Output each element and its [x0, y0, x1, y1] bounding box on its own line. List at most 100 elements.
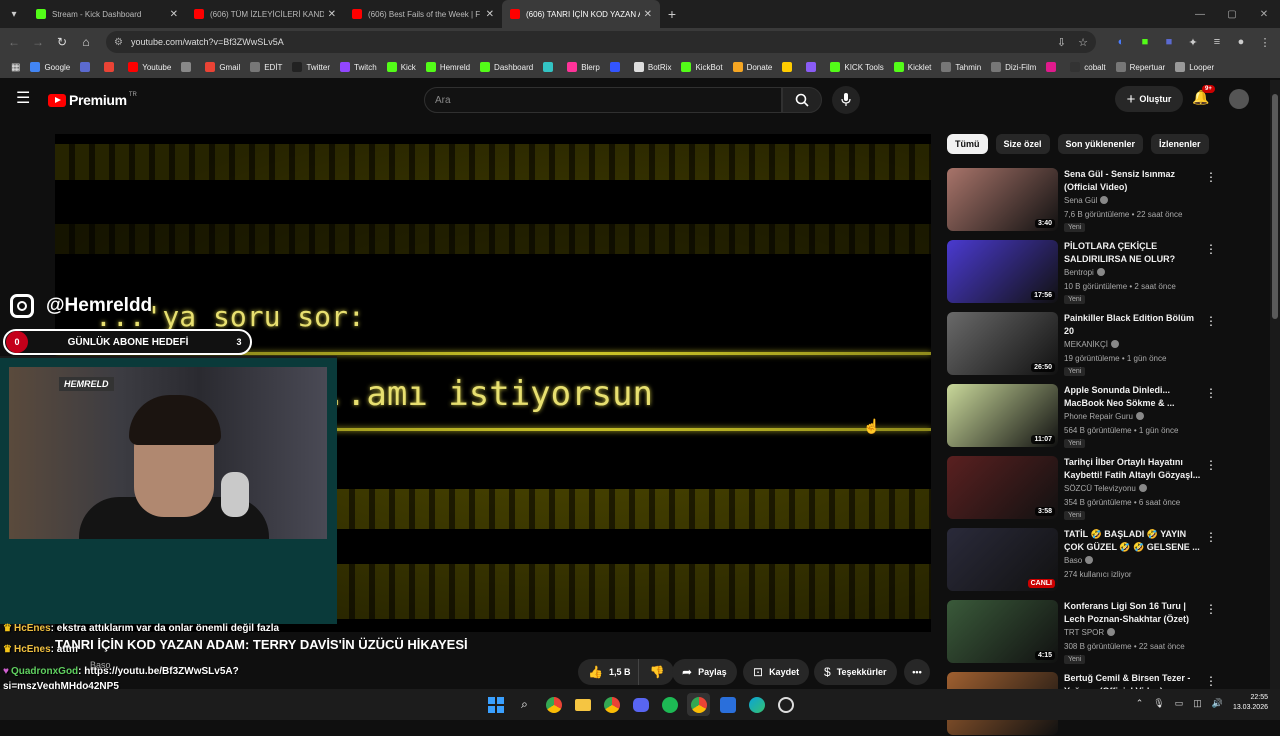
bookmark-item[interactable]: KickBot: [676, 62, 727, 72]
more-actions-button[interactable]: •••: [904, 659, 930, 685]
channel-name[interactable]: SÖZCÜ Televizyonu: [1064, 484, 1147, 493]
app-icon[interactable]: [716, 693, 739, 716]
video-thumbnail[interactable]: 17:56: [947, 240, 1058, 303]
menu-dots-icon[interactable]: ⋮: [1258, 36, 1272, 49]
tab-close-icon[interactable]: ✕: [328, 9, 336, 20]
bookmark-item[interactable]: Kicklet: [889, 62, 937, 72]
video-title[interactable]: Sena Gül - Sensiz Isınmaz (Official Vide…: [1064, 168, 1204, 194]
video-thumbnail[interactable]: 4:15: [947, 600, 1058, 663]
bookmark-item[interactable]: [99, 62, 123, 72]
recommended-video[interactable]: 11:07 Apple Sonunda Dinledi... MacBook Ne…: [947, 384, 1257, 448]
bookmark-item[interactable]: Youtube: [123, 62, 176, 72]
more-options-icon[interactable]: ⋮: [1205, 242, 1217, 256]
bookmark-item[interactable]: KICK Tools: [825, 62, 888, 72]
bookmark-item[interactable]: Gmail: [200, 62, 245, 72]
media-icon[interactable]: ≡: [1210, 36, 1224, 48]
chrome-icon[interactable]: [600, 693, 623, 716]
recommended-video[interactable]: CANLI TATİL 🤣 BAŞLADI 🤣 YAYIN ÇOK GÜZEL 🤣…: [947, 528, 1257, 592]
bookmark-item[interactable]: [176, 62, 200, 72]
menu-hamburger-icon[interactable]: ☰: [16, 91, 32, 107]
file-explorer-icon[interactable]: [571, 693, 594, 716]
more-options-icon[interactable]: ⋮: [1205, 458, 1217, 472]
more-options-icon[interactable]: ⋮: [1205, 170, 1217, 184]
filter-chip[interactable]: Son yüklenenler: [1057, 134, 1144, 154]
like-button[interactable]: 👍 1,5 B: [578, 659, 639, 685]
channel-name[interactable]: Bentropi: [1064, 268, 1105, 277]
share-button[interactable]: ➦ Paylaş: [672, 659, 737, 685]
bookmark-item[interactable]: Dashboard: [475, 62, 538, 72]
extensions-puzzle-icon[interactable]: ✦: [1186, 36, 1200, 49]
save-button[interactable]: ⊡ Kaydet: [743, 659, 810, 685]
more-options-icon[interactable]: ⋮: [1205, 674, 1217, 688]
bookmark-item[interactable]: [605, 62, 629, 72]
install-icon[interactable]: ⇩: [1057, 36, 1066, 49]
video-title[interactable]: Painkiller Black Edition Bölüm 20: [1064, 312, 1204, 338]
bookmark-item[interactable]: Repertuar: [1111, 62, 1171, 72]
bookmark-item[interactable]: EDİT: [245, 62, 287, 72]
create-button[interactable]: + Oluştur: [1115, 86, 1183, 112]
site-info-icon[interactable]: ⚙: [114, 37, 123, 48]
video-thumbnail[interactable]: 3:58: [947, 456, 1058, 519]
bookmark-item[interactable]: Twitter: [287, 62, 335, 72]
obs-icon[interactable]: [774, 693, 797, 716]
bookmark-item[interactable]: Tahmin: [936, 62, 986, 72]
profile-avatar-icon[interactable]: ●: [1234, 36, 1248, 48]
recommended-video[interactable]: 3:40 Sena Gül - Sensiz Isınmaz (Official …: [947, 168, 1257, 232]
tray-chevron-icon[interactable]: ⌃: [1136, 698, 1144, 709]
channel-name[interactable]: Sena Gül: [1064, 196, 1109, 205]
filter-chip[interactable]: İzlenenler: [1151, 134, 1209, 154]
minimize-button[interactable]: —: [1184, 9, 1216, 20]
bookmark-item[interactable]: Google: [25, 62, 75, 72]
bookmark-item[interactable]: Kick: [382, 62, 421, 72]
more-options-icon[interactable]: ⋮: [1205, 314, 1217, 328]
tray-network-icon[interactable]: ◫: [1193, 698, 1202, 709]
youtube-logo[interactable]: Premium TR: [48, 92, 137, 108]
tray-display-icon[interactable]: ▭: [1175, 698, 1184, 709]
recommended-video[interactable]: 26:50 Painkiller Black Edition Bölüm 20 ME…: [947, 312, 1257, 376]
video-title[interactable]: TATİL 🤣 BAŞLADI 🤣 YAYIN ÇOK GÜZEL 🤣 🤣 GE…: [1064, 528, 1204, 554]
browser-tab[interactable]: (606) Best Fails of the Week | F ✕: [344, 0, 502, 28]
tray-mic-icon[interactable]: 🎙: [1153, 698, 1164, 709]
video-thumbnail[interactable]: CANLI: [947, 528, 1058, 591]
close-window-button[interactable]: ✕: [1248, 9, 1280, 20]
back-button[interactable]: ←: [2, 35, 26, 49]
discord-icon[interactable]: [629, 693, 652, 716]
address-bar[interactable]: ⚙ youtube.com/watch?v=Bf3ZWwSLv5A ⇩ ☆: [106, 31, 1096, 53]
browser-tab[interactable]: Stream - Kick Dashboard ✕: [28, 0, 186, 28]
forward-button[interactable]: →: [26, 35, 50, 49]
thanks-button[interactable]: $ Teşekkürler: [814, 659, 897, 685]
more-options-icon[interactable]: ⋮: [1205, 602, 1217, 616]
extension-icon[interactable]: ■: [1138, 36, 1152, 48]
page-scrollbar[interactable]: [1270, 80, 1280, 689]
search-input[interactable]: Ara: [424, 87, 782, 113]
dislike-button[interactable]: 👎: [638, 659, 675, 685]
tray-volume-icon[interactable]: 🔊: [1212, 698, 1223, 709]
filter-chip[interactable]: Tümü: [947, 134, 988, 154]
extension-icon[interactable]: ■: [1162, 36, 1176, 48]
browser-tab[interactable]: (606) TÜM İZLEYİCİLERİ KANDIR ✕: [186, 0, 344, 28]
bookmark-item[interactable]: BotRix: [629, 62, 677, 72]
bookmark-star-icon[interactable]: ☆: [1078, 36, 1088, 49]
channel-name[interactable]: TRT SPOR: [1064, 628, 1116, 637]
search-button[interactable]: [782, 87, 822, 113]
tab-close-icon[interactable]: ✕: [170, 9, 178, 20]
video-title[interactable]: Tarihçi İlber Ortaylı Hayatını Kaybetti!…: [1064, 456, 1204, 482]
account-avatar[interactable]: [1229, 89, 1249, 109]
voice-search-button[interactable]: [832, 86, 860, 114]
home-button[interactable]: ⌂: [74, 35, 98, 49]
channel-name[interactable]: MEKANİKÇİ: [1064, 340, 1120, 349]
bookmark-item[interactable]: Blerp: [562, 62, 605, 72]
video-title[interactable]: PİLOTLARA ÇEKİÇLE SALDIRILIRSA NE OLUR?: [1064, 240, 1204, 266]
reload-button[interactable]: ↻: [50, 35, 74, 49]
taskbar-search-icon[interactable]: ⌕: [513, 693, 536, 716]
bookmark-item[interactable]: cobalt: [1065, 62, 1110, 72]
recommended-video[interactable]: 17:56 PİLOTLARA ÇEKİÇLE SALDIRILIRSA NE O…: [947, 240, 1257, 304]
bookmark-item[interactable]: [801, 62, 825, 72]
bookmark-item[interactable]: [1041, 62, 1065, 72]
bookmark-item[interactable]: Looper: [1170, 62, 1219, 72]
more-options-icon[interactable]: ⋮: [1205, 386, 1217, 400]
bookmark-item[interactable]: Twitch: [335, 62, 382, 72]
bookmark-item[interactable]: Hemreld: [421, 62, 475, 72]
channel-name[interactable]: Phone Repair Guru: [1064, 412, 1144, 421]
more-options-icon[interactable]: ⋮: [1205, 530, 1217, 544]
